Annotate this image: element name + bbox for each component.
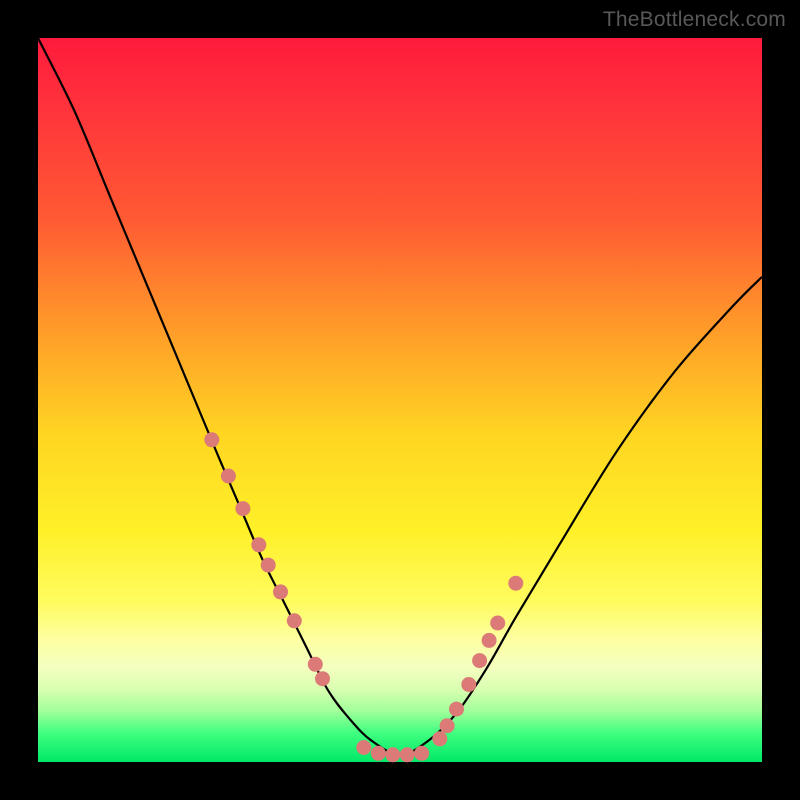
- marker-point: [472, 653, 487, 668]
- marker-point: [414, 746, 429, 761]
- marker-point: [461, 677, 476, 692]
- marker-point: [400, 747, 415, 762]
- marker-point: [440, 718, 455, 733]
- marker-point: [315, 671, 330, 686]
- marker-point: [221, 469, 236, 484]
- marker-point: [273, 584, 288, 599]
- marker-point: [235, 501, 250, 516]
- bottleneck-curve-path: [38, 38, 762, 755]
- marker-point: [449, 702, 464, 717]
- marker-point: [385, 747, 400, 762]
- curve-markers: [204, 432, 523, 762]
- marker-point: [308, 657, 323, 672]
- marker-point: [371, 746, 386, 761]
- marker-point: [261, 558, 276, 573]
- watermark-text: TheBottleneck.com: [603, 8, 786, 32]
- curve-layer: [38, 38, 762, 762]
- marker-point: [482, 633, 497, 648]
- marker-point: [251, 537, 266, 552]
- marker-point: [508, 576, 523, 591]
- marker-point: [432, 731, 447, 746]
- chart-frame: TheBottleneck.com: [0, 0, 800, 800]
- marker-point: [490, 616, 505, 631]
- marker-point: [287, 613, 302, 628]
- marker-point: [204, 432, 219, 447]
- marker-point: [356, 740, 371, 755]
